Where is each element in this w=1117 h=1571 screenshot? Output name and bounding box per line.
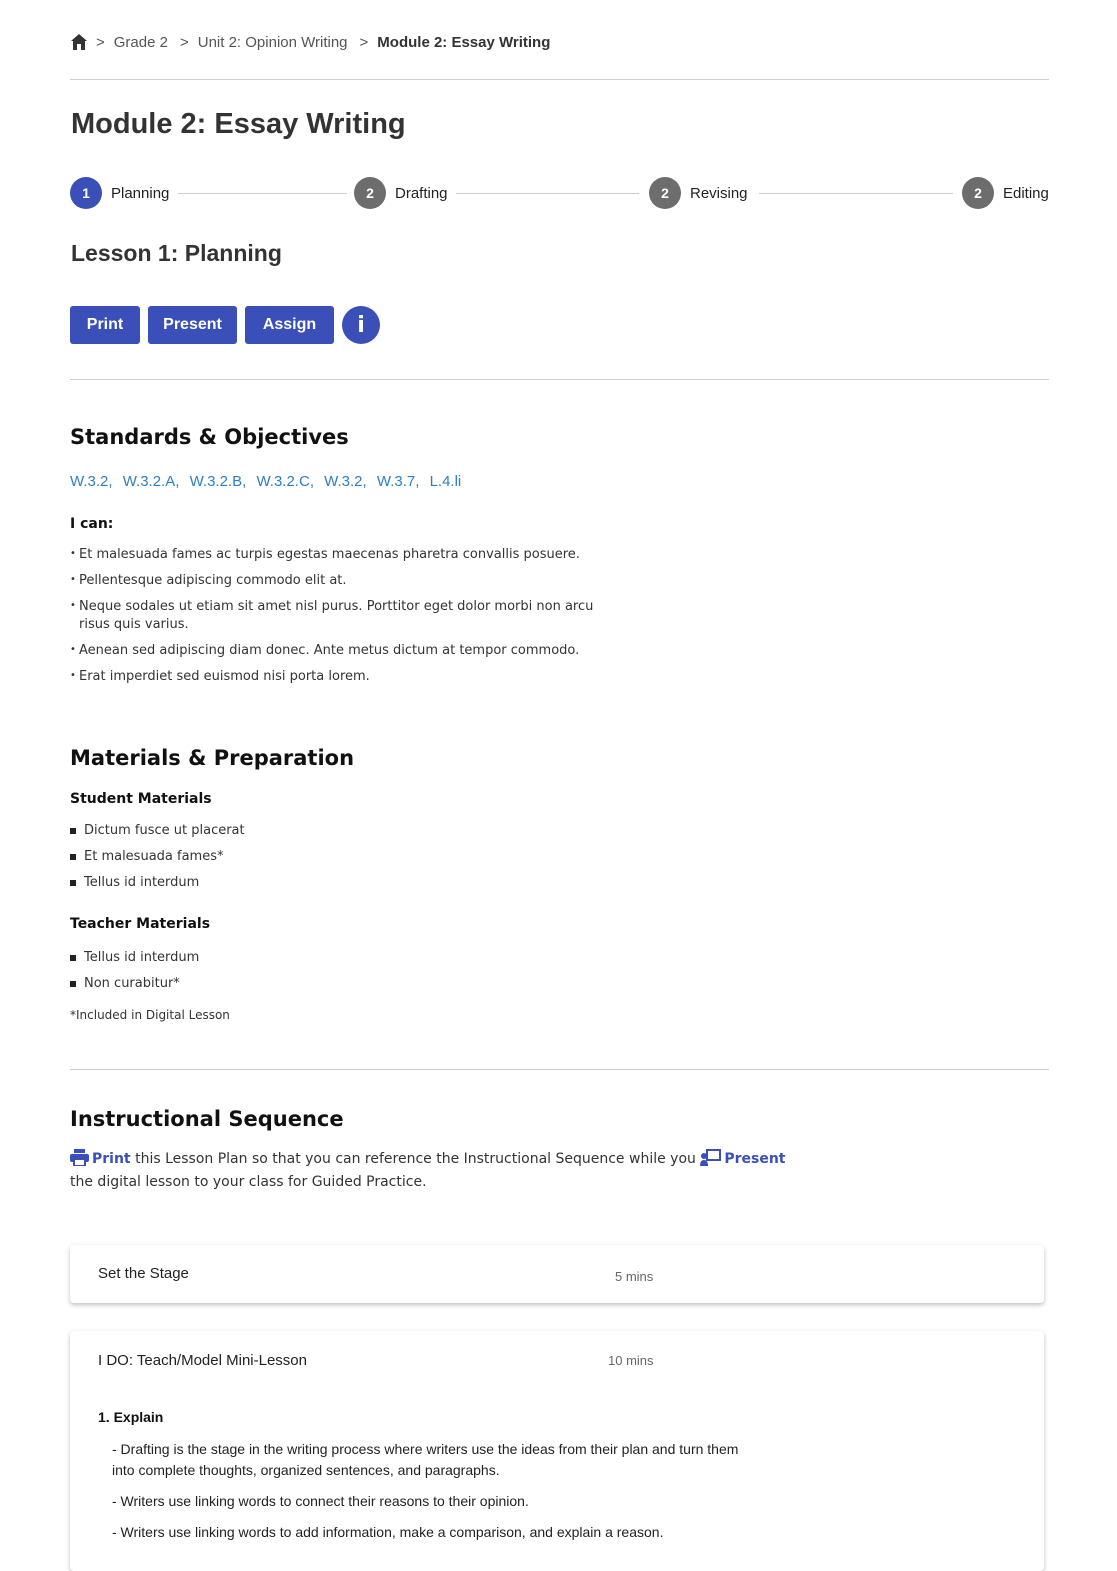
- student-materials-heading: Student Materials: [70, 791, 212, 807]
- breadcrumb-unit[interactable]: Unit 2: Opinion Writing: [198, 34, 348, 51]
- print-link[interactable]: Print: [70, 1149, 131, 1167]
- step-label: Editing: [1003, 184, 1049, 202]
- material-item: Non curabitur*: [70, 975, 199, 1001]
- module-stepper: 1 Planning 2 Drafting 2 Revising 2 Editi…: [70, 176, 1049, 210]
- step-connector: [178, 193, 347, 194]
- standard-link[interactable]: W.3.2: [70, 473, 108, 490]
- card-duration: 5 mins: [615, 1269, 654, 1284]
- objective-item: Erat imperdiet sed euismod nisi porta lo…: [70, 667, 610, 686]
- lesson-title: Lesson 1: Planning: [71, 240, 282, 266]
- standard-link[interactable]: W.3.2.C: [256, 473, 309, 490]
- print-button[interactable]: Print: [70, 306, 140, 344]
- step-number: 2: [962, 177, 994, 209]
- explain-item: - Writers use linking words to connect t…: [112, 1493, 529, 1509]
- home-icon[interactable]: [70, 33, 88, 51]
- sequence-heading: Instructional Sequence: [70, 1107, 344, 1131]
- standard-link[interactable]: W.3.2: [324, 473, 362, 490]
- breadcrumb: > Grade 2 > Unit 2: Opinion Writing > Mo…: [70, 30, 562, 54]
- standard-link[interactable]: W.3.2.A: [123, 473, 176, 490]
- standards-list: W.3.2, W.3.2.A, W.3.2.B, W.3.2.C, W.3.2,…: [70, 473, 462, 490]
- step-number: 1: [70, 177, 102, 209]
- materials-heading: Materials & Preparation: [70, 746, 355, 770]
- teacher-materials-list: Tellus id interdum Non curabitur*: [70, 949, 199, 1001]
- breadcrumb-separator: >: [359, 33, 369, 51]
- info-icon[interactable]: i: [342, 306, 380, 344]
- lesson-actions: Print Present Assign i: [70, 306, 380, 344]
- explain-item: - Drafting is the stage in the writing p…: [112, 1441, 739, 1478]
- step-number: 2: [354, 177, 386, 209]
- materials-footnote: *Included in Digital Lesson: [70, 1008, 230, 1022]
- step-label: Planning: [111, 184, 170, 202]
- objective-item: Neque sodales ut etiam sit amet nisl pur…: [70, 597, 610, 634]
- objective-item: Et malesuada fames ac turpis egestas mae…: [70, 545, 610, 564]
- sequence-text-part1: this Lesson Plan so that you can referen…: [130, 1151, 701, 1167]
- standard-link[interactable]: W.3.2.B: [190, 473, 243, 490]
- assign-button[interactable]: Assign: [245, 306, 334, 344]
- step-number: 2: [649, 177, 681, 209]
- standard-link[interactable]: L.4.li: [430, 473, 462, 490]
- divider: [70, 1069, 1049, 1070]
- present-button[interactable]: Present: [148, 306, 237, 344]
- card-title: Set the Stage: [98, 1265, 189, 1282]
- step-planning[interactable]: 1 Planning: [70, 176, 169, 210]
- sequence-instructions: Print this Lesson Plan so that you can r…: [70, 1149, 790, 1192]
- step-connector: [456, 193, 639, 194]
- step-label: Drafting: [395, 184, 448, 202]
- step-drafting[interactable]: 2 Drafting: [354, 176, 448, 210]
- card-title: I DO: Teach/Model Mini-Lesson: [98, 1352, 307, 1369]
- standards-heading: Standards & Objectives: [70, 425, 349, 449]
- breadcrumb-separator: >: [96, 33, 105, 51]
- objectives-list: Et malesuada fames ac turpis egestas mae…: [70, 545, 610, 694]
- material-item: Dictum fusce ut placerat: [70, 822, 245, 848]
- divider: [70, 79, 1049, 80]
- step-editing[interactable]: 2 Editing: [962, 176, 1049, 210]
- explain-heading: 1. Explain: [98, 1409, 164, 1425]
- material-item: Et malesuada fames*: [70, 848, 245, 874]
- breadcrumb-grade[interactable]: Grade 2: [114, 34, 168, 51]
- material-item: Tellus id interdum: [70, 949, 199, 975]
- ican-label: I can:: [70, 516, 114, 532]
- material-item: Tellus id interdum: [70, 874, 245, 900]
- presenter-icon: [700, 1149, 722, 1172]
- teacher-materials-heading: Teacher Materials: [70, 916, 211, 932]
- present-link[interactable]: Present: [700, 1149, 786, 1167]
- sequence-card-set-the-stage[interactable]: Set the Stage 5 mins: [70, 1245, 1044, 1303]
- step-revising[interactable]: 2 Revising: [649, 176, 748, 210]
- explain-item: - Writers use linking words to add infor…: [112, 1524, 664, 1540]
- objective-item: Aenean sed adipiscing diam donec. Ante m…: [70, 641, 610, 660]
- printer-icon: [70, 1149, 89, 1172]
- breadcrumb-separator: >: [179, 33, 189, 51]
- breadcrumb-current: Module 2: Essay Writing: [377, 33, 551, 51]
- explain-list: - Drafting is the stage in the writing p…: [112, 1439, 752, 1553]
- present-link-label: Present: [724, 1151, 786, 1167]
- objective-item: Pellentesque adipiscing commodo elit at.: [70, 571, 610, 590]
- print-link-label: Print: [92, 1151, 131, 1167]
- student-materials-list: Dictum fusce ut placerat Et malesuada fa…: [70, 822, 245, 900]
- page-title: Module 2: Essay Writing: [71, 108, 406, 140]
- divider: [70, 379, 1049, 380]
- sequence-text-part2: the digital lesson to your class for Gui…: [70, 1174, 427, 1190]
- sequence-card-i-do[interactable]: I DO: Teach/Model Mini-Lesson 10 mins 1.…: [70, 1331, 1044, 1571]
- step-label: Revising: [690, 184, 748, 202]
- card-duration: 10 mins: [608, 1353, 654, 1368]
- standard-link[interactable]: W.3.7: [377, 473, 415, 490]
- step-connector: [759, 193, 953, 194]
